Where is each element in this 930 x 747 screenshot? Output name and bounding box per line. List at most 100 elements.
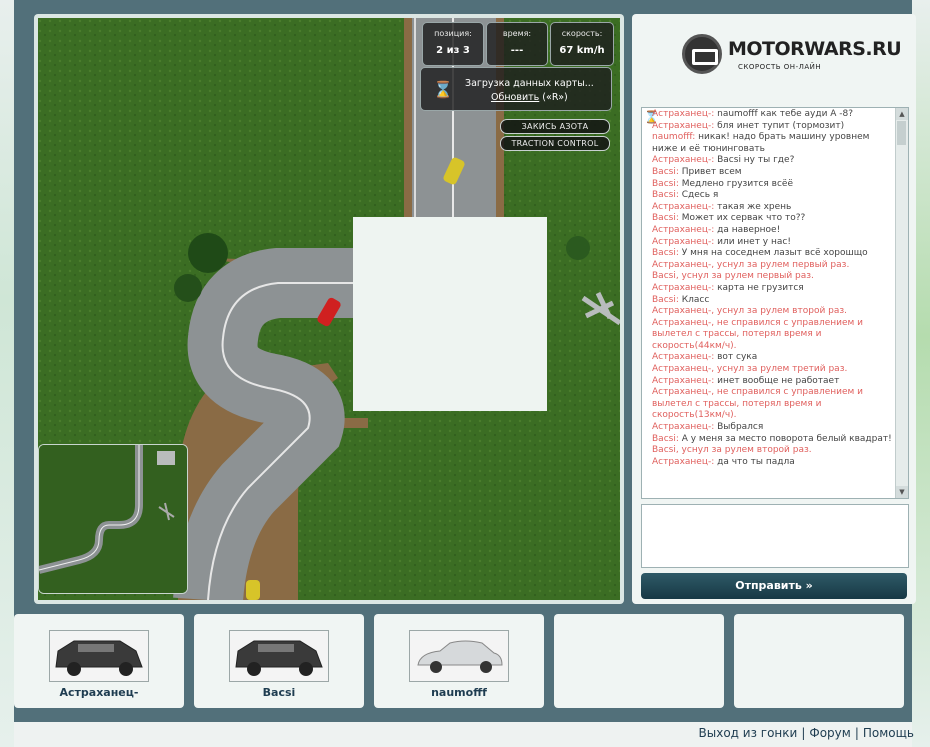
position-display: позиция: 2 из 3 [422,22,484,66]
site-logo[interactable]: MOTORWARS.RU СКОРОСТЬ ОН-ЛАЙН [682,34,902,84]
game-panel: позиция: 2 из 3 время: --- скорость: 67 … [34,14,624,604]
chat-message: Bacsi: Привет всем [652,167,892,179]
chat-lines: Астраханец-: naumofff как тебе ауди А -8… [652,109,892,468]
chat-message: Bacsi, уснул за рулем второй раз. [652,445,892,457]
chat-message: Bacsi, уснул за рулем первый раз. [652,271,892,283]
player-name: naumofff [431,686,487,699]
chat-message: Bacsi: Сдесь я [652,190,892,202]
system-message-text: Астраханец-, уснул за рулем первый раз. [652,259,850,270]
player-name: Bacsi [262,686,296,699]
chat-message: Астраханец-: Bacsi ну ты где? [652,155,892,167]
chat-message: Астраханец-: naumofff как тебе ауди А -8… [652,109,892,121]
chat-panel: MOTORWARS.RU СКОРОСТЬ ОН-ЛАЙН ⌛ Астрахан… [632,14,916,604]
exit-race-link[interactable]: Выход из гонки [699,726,798,740]
chat-nick: Bacsi: [652,166,679,177]
chat-nick: Астраханец-: [652,201,715,212]
system-message-text: Астраханец-, не справился с управлением … [652,317,864,351]
chat-message: Астраханец-: бля инет тупит (тормозит) [652,121,892,133]
chat-nick: Астраханец-: [652,375,715,386]
player-slot: Bacsi [194,614,364,708]
minimap-graphic [39,445,187,593]
chat-message: Bacsi: Медлено грузится всёё [652,179,892,191]
chat-message: Астраханец-: инет вообще не работает [652,376,892,388]
chat-text: Bacsi ну ты где? [714,155,795,166]
chat-message: Астраханец-, уснул за рулем второй раз. [652,306,892,318]
dark-suv-image [229,630,329,682]
forum-link[interactable]: Форум [809,726,850,740]
chat-text: У мня на соседнем лазыт всё хорошщо [678,248,868,259]
chat-message: Астраханец-: карта не грузится [652,283,892,295]
chat-message: Астраханец-: Выбрался [652,422,892,434]
chat-message: Bacsi: Класс [652,295,892,307]
scroll-thumb[interactable] [897,121,906,145]
player-slot [734,614,904,708]
chat-message: naumofff: никак! надо брать машину уровн… [652,132,892,155]
chat-nick: Астраханец-: [652,422,715,433]
chat-nick: Астраханец-: [652,155,715,166]
hourglass-icon: ⌛ [433,80,453,99]
chat-nick: Bacsi: [652,294,679,305]
player-slot [554,614,724,708]
minimap [38,444,188,594]
chat-message: Астраханец-: да что ты падла [652,457,892,469]
chat-nick: Астраханец-: [652,224,715,235]
chat-text: Может их сервак что то?? [678,213,806,224]
chat-scrollbar[interactable]: ▲ ▼ [895,108,908,498]
chat-nick: Bacsi: [652,178,679,189]
time-value: --- [510,45,524,56]
dark-suv-image [49,630,149,682]
chat-text: или инет у нас! [714,236,791,247]
help-link[interactable]: Помощь [863,726,914,740]
scroll-up-icon[interactable]: ▲ [896,108,908,120]
refresh-hint: («R») [542,92,568,103]
system-message-text: Астраханец-, не справился с управлением … [652,387,864,421]
time-label: время: [502,29,532,38]
chat-message: Астраханец-, уснул за рулем третий раз. [652,364,892,376]
chat-message: Астраханец-: вот сука [652,352,892,364]
chat-text: naumofff как тебе ауди А -8? [714,109,854,119]
chat-nick: Астраханец-: [652,120,715,131]
time-display: время: --- [486,22,548,66]
chat-nick: naumofff: [652,132,696,143]
system-message-text: Астраханец-, уснул за рулем второй раз. [652,306,848,317]
system-message-text: Bacsi, уснул за рулем второй раз. [652,445,812,456]
chat-message: Bacsi: У мня на соседнем лазыт всё хорош… [652,248,892,260]
chat-nick: Астраханец-: [652,456,715,467]
position-label: позиция: [434,29,472,38]
chat-text: инет вообще не работает [714,375,840,386]
silver-sedan-image [409,630,509,682]
chat-input[interactable] [641,504,909,568]
chat-message: Астраханец-: такая же хрень [652,202,892,214]
chat-text: вот сука [714,352,758,363]
send-button[interactable]: Отправить » [641,573,907,599]
chat-message: Bacsi: А у меня за место поворота белый … [652,434,892,446]
chat-text: Класс [678,294,710,305]
chat-message: Bacsi: Может их сервак что то?? [652,213,892,225]
chat-text: карта не грузится [714,282,804,293]
chat-nick: Астраханец-: [652,282,715,293]
chat-message: Астраханец-, не справился с управлением … [652,387,892,422]
chat-message: Астраханец-: или инет у нас! [652,237,892,249]
missing-map-tile [353,217,547,411]
players-bar: Астраханец- Bacsi naumofff [14,614,912,714]
loading-text: Загрузка данных карты... [465,78,594,89]
player-slot: naumofff [374,614,544,708]
chat-log[interactable]: ⌛ Астраханец-: naumofff как тебе ауди А … [641,107,909,499]
chat-text: да наверное! [714,224,781,235]
speed-value: 67 km/h [559,45,605,56]
chat-nick: Bacsi: [652,213,679,224]
chat-message: Астраханец-, не справился с управлением … [652,318,892,353]
system-message-text: Bacsi, уснул за рулем первый раз. [652,271,814,282]
scroll-down-icon[interactable]: ▼ [896,486,908,498]
traction-control-button[interactable]: TRACTION CONTROL [500,136,610,151]
chat-message: Астраханец-: да наверное! [652,225,892,237]
logo-subtitle: СКОРОСТЬ ОН-ЛАЙН [738,63,822,71]
chat-nick: Астраханец-: [652,109,715,119]
map-loading-notice: ⌛ Загрузка данных карты... Обновить («R»… [420,67,612,111]
refresh-link[interactable]: Обновить [491,92,539,103]
chat-text: бля инет тупит (тормозит) [714,120,845,131]
chat-nick: Астраханец-: [652,236,715,247]
player-slot: Астраханец- [14,614,184,708]
player-name: Астраханец- [59,686,139,699]
nitro-button[interactable]: ЗАКИСЬ АЗОТА [500,119,610,134]
